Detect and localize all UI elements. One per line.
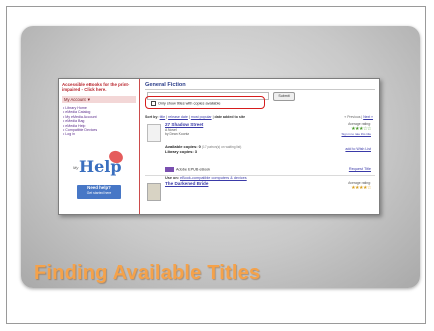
accessible-ebooks-banner[interactable]: Accessible eBooks for the print-impaired… bbox=[62, 82, 136, 92]
library-copies: Library copies: 3 bbox=[165, 149, 198, 154]
submit-button[interactable]: Submit bbox=[273, 92, 295, 101]
book-title-link[interactable]: 27 Shadow Street bbox=[165, 122, 203, 127]
previous-page-link[interactable]: « Previous | bbox=[344, 115, 362, 119]
sort-by-date-added[interactable]: date added to site bbox=[215, 115, 246, 119]
item-divider bbox=[145, 175, 375, 176]
pager: « Previous | Next » bbox=[344, 115, 373, 119]
library-screenshot: Accessible eBooks for the print-impaired… bbox=[58, 78, 380, 215]
sort-by-title[interactable]: title bbox=[160, 115, 166, 119]
sort-by-most-popular[interactable]: most popular bbox=[191, 115, 212, 119]
rating-stars-icon: ★★★★☆ bbox=[351, 185, 371, 191]
epub-format-icon bbox=[165, 167, 174, 172]
available-only-filter[interactable]: Only show titles with copies available bbox=[151, 101, 220, 106]
available-only-label: Only show titles with copies available bbox=[158, 101, 221, 106]
slide-title: Finding Available Titles bbox=[34, 262, 261, 284]
format-row: Adobe EPUB eBook bbox=[165, 167, 210, 172]
sidebar-menu: • Library Home • eMedia Catalog • My eMe… bbox=[63, 106, 97, 137]
help-word: Help bbox=[79, 157, 122, 176]
list-item: The Darkened Bride Average rating: ★★★★☆ bbox=[145, 179, 375, 214]
format-label: Adobe EPUB eBook bbox=[176, 167, 211, 172]
available-only-checkbox[interactable] bbox=[151, 101, 156, 106]
my-account-menu[interactable]: My Account ▼ bbox=[62, 96, 136, 103]
waiting-list-count: (17 patron(s) on waiting list) bbox=[202, 145, 242, 149]
book-cover-image[interactable] bbox=[147, 183, 161, 201]
title-divider bbox=[145, 89, 375, 90]
sort-label: Sort by: bbox=[145, 115, 159, 119]
book-author: by Dean Koontz bbox=[165, 132, 190, 136]
sign-in-to-rate-link[interactable]: Sign in to rate this title bbox=[341, 132, 371, 136]
book-title-link[interactable]: The Darkened Bride bbox=[165, 181, 208, 186]
results-main: General Fiction Submit Only show titles … bbox=[143, 79, 377, 214]
sort-bar: Sort by: title | release date | most pop… bbox=[145, 115, 246, 119]
library-sidebar: Accessible eBooks for the print-impaired… bbox=[59, 79, 140, 214]
page-title: General Fiction bbox=[145, 82, 186, 88]
need-help-button[interactable]: Need help? Get started here bbox=[77, 185, 121, 199]
sort-by-release-date[interactable]: release date bbox=[168, 115, 188, 119]
request-title-link[interactable]: Request Title bbox=[349, 167, 371, 171]
help-my-label: My bbox=[73, 165, 79, 170]
book-cover-image[interactable] bbox=[147, 124, 161, 142]
add-to-wish-list-link[interactable]: add to Wish List bbox=[345, 147, 371, 151]
get-started-label: Get started here bbox=[86, 191, 112, 195]
next-page-link[interactable]: Next » bbox=[363, 115, 373, 119]
list-item: 27 Shadow Street A Novel by Dean Koontz … bbox=[145, 120, 375, 180]
sidebar-item-login[interactable]: • Log in bbox=[63, 132, 97, 136]
